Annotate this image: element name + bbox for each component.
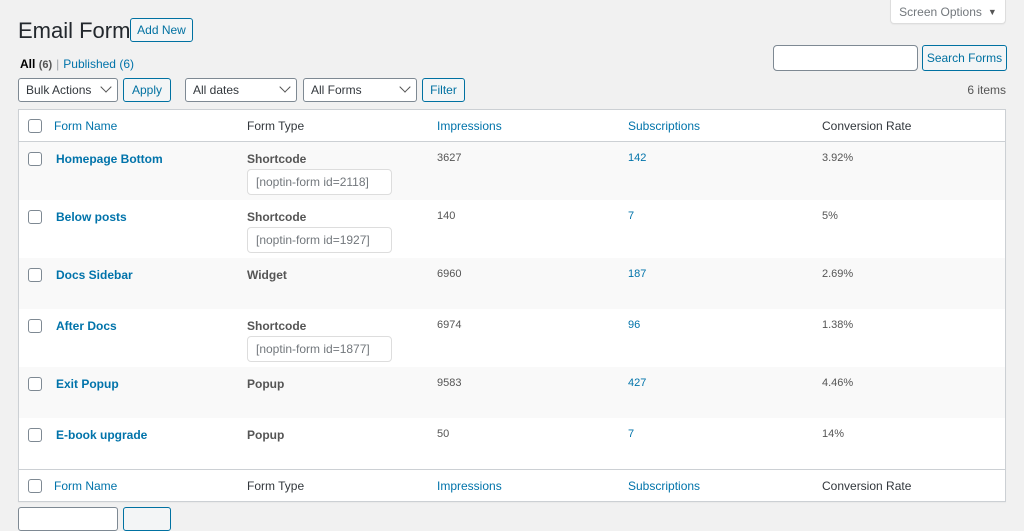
search-forms-button[interactable]: Search Forms	[922, 45, 1007, 71]
table-footer: Form Name Form Type Impressions Subscrip…	[19, 469, 1005, 501]
forms-table: Form Name Form Type Impressions Subscrip…	[18, 109, 1006, 502]
subscriptions-link[interactable]: 7	[628, 210, 634, 222]
row-checkbox[interactable]	[28, 210, 42, 224]
dates-select[interactable]: All dates	[185, 78, 297, 102]
column-subscriptions-footer[interactable]: Subscriptions	[628, 479, 700, 493]
form-type-cell: Shortcode [noptin-form id=1927]	[247, 210, 392, 253]
impressions-value: 140	[437, 210, 456, 222]
table-row: Homepage Bottom Shortcode [noptin-form id=…	[19, 142, 1005, 200]
column-conversion-rate-footer: Conversion Rate	[822, 479, 912, 493]
form-name-link[interactable]: Exit Popup	[56, 377, 119, 391]
bulk-actions-value: Bulk Actions	[26, 83, 92, 97]
column-form-name[interactable]: Form Name	[54, 119, 117, 133]
form-type: Popup	[247, 428, 285, 442]
column-impressions[interactable]: Impressions	[437, 119, 502, 133]
row-checkbox[interactable]	[28, 377, 42, 391]
page-title: Email Forms	[18, 18, 142, 43]
row-checkbox[interactable]	[28, 319, 42, 333]
table-row: Docs Sidebar Widget 6960 187 2.69%	[19, 258, 1005, 309]
column-form-type: Form Type	[247, 119, 305, 133]
items-count: 6 items	[967, 83, 1006, 97]
search-input[interactable]	[773, 45, 918, 71]
column-subscriptions[interactable]: Subscriptions	[628, 119, 700, 133]
form-type-cell: Popup	[247, 377, 284, 391]
shortcode-field[interactable]: [noptin-form id=2118]	[247, 169, 392, 195]
conversion-rate-value: 2.69%	[822, 268, 854, 280]
conversion-rate-value: 14%	[822, 428, 845, 440]
subscriptions-link[interactable]: 187	[628, 268, 646, 280]
column-form-name-footer[interactable]: Form Name	[54, 479, 117, 493]
chevron-down-icon	[399, 81, 411, 93]
shortcode-field[interactable]: [noptin-form id=1927]	[247, 227, 392, 253]
form-type: Shortcode	[247, 319, 307, 333]
column-impressions-footer[interactable]: Impressions	[437, 479, 502, 493]
forms-value: All Forms	[311, 83, 362, 97]
chevron-down-icon	[100, 81, 112, 93]
subscriptions-link[interactable]: 427	[628, 377, 646, 389]
form-type: Widget	[247, 268, 287, 282]
row-checkbox[interactable]	[28, 268, 42, 282]
form-name-link[interactable]: Docs Sidebar	[56, 268, 133, 282]
apply-button[interactable]: Apply	[123, 78, 171, 102]
row-checkbox[interactable]	[28, 152, 42, 166]
chevron-down-icon	[279, 81, 291, 93]
conversion-rate-value: 4.46%	[822, 377, 854, 389]
table-row: E-book upgrade Popup 50 7 14%	[19, 418, 1005, 469]
column-form-type-footer: Form Type	[247, 479, 305, 493]
impressions-value: 6974	[437, 319, 462, 331]
filter-button[interactable]: Filter	[422, 78, 465, 102]
form-type: Popup	[247, 377, 285, 391]
form-name-link[interactable]: E-book upgrade	[56, 428, 147, 442]
dates-value: All dates	[193, 83, 240, 97]
view-published[interactable]: Published (6)	[63, 57, 134, 71]
form-type-cell: Shortcode [noptin-form id=2118]	[247, 152, 392, 195]
select-all-checkbox[interactable]	[28, 119, 42, 133]
bulk-actions-select-bottom[interactable]	[18, 507, 118, 531]
bulk-actions-select[interactable]: Bulk Actions	[18, 78, 118, 102]
column-conversion-rate: Conversion Rate	[822, 119, 912, 133]
triangle-down-icon: ▼	[987, 6, 997, 17]
screen-options-label: Screen Options	[899, 4, 982, 19]
impressions-value: 9583	[437, 377, 462, 389]
form-type-cell: Shortcode [noptin-form id=1877]	[247, 319, 392, 362]
form-type: Shortcode	[247, 210, 307, 224]
view-filters: All (6) | Published (6)	[20, 57, 134, 71]
table-row: Exit Popup Popup 9583 427 4.46%	[19, 367, 1005, 418]
table-row: Below posts Shortcode [noptin-form id=1927…	[19, 200, 1005, 258]
impressions-value: 3627	[437, 152, 462, 164]
add-new-button[interactable]: Add New	[130, 18, 193, 42]
apply-button-bottom[interactable]	[123, 507, 171, 531]
conversion-rate-value: 3.92%	[822, 152, 854, 164]
subscriptions-link[interactable]: 142	[628, 152, 646, 164]
table-header: Form Name Form Type Impressions Subscrip…	[19, 110, 1005, 142]
subscriptions-link[interactable]: 96	[628, 319, 640, 331]
view-separator: |	[56, 57, 60, 71]
forms-select[interactable]: All Forms	[303, 78, 417, 102]
form-type-cell: Popup	[247, 428, 284, 442]
conversion-rate-value: 5%	[822, 210, 838, 222]
row-checkbox[interactable]	[28, 428, 42, 442]
subscriptions-link[interactable]: 7	[628, 428, 634, 440]
screen-options-button[interactable]: Screen Options ▼	[890, 0, 1006, 24]
form-type: Shortcode	[247, 152, 307, 166]
form-name-link[interactable]: Below posts	[56, 210, 127, 224]
shortcode-field[interactable]: [noptin-form id=1877]	[247, 336, 392, 362]
form-name-link[interactable]: Homepage Bottom	[56, 152, 163, 166]
impressions-value: 6960	[437, 268, 462, 280]
form-name-link[interactable]: After Docs	[56, 319, 117, 333]
conversion-rate-value: 1.38%	[822, 319, 854, 331]
view-all[interactable]: All (6)	[20, 57, 52, 71]
impressions-value: 50	[437, 428, 450, 440]
table-row: After Docs Shortcode [noptin-form id=1877]…	[19, 309, 1005, 367]
form-type-cell: Widget	[247, 268, 287, 282]
select-all-checkbox-footer[interactable]	[28, 479, 42, 493]
